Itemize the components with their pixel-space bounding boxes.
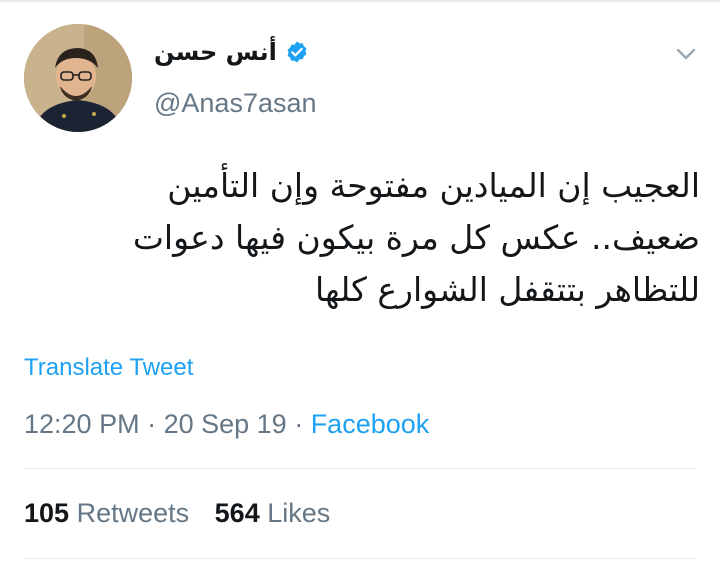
verified-badge-icon [287,41,307,63]
top-divider [0,0,720,2]
tweet-date[interactable]: 20 Sep 19 [164,409,287,439]
avatar-image [24,24,132,132]
tweet-text-line: العجيب إن الميادين مفتوحة وإن التأمين [167,166,700,205]
tweet-time[interactable]: 12:20 PM [24,409,140,439]
tweet-source-link[interactable]: Facebook [311,409,430,439]
retweets-count: 105 [24,498,70,528]
meta-separator: · [286,409,311,439]
meta-separator: · [139,409,164,439]
retweets-label: Retweets [76,498,190,528]
author-name[interactable]: أنس حسن [154,38,277,66]
avatar[interactable] [24,24,132,132]
likes-stat[interactable]: 564 Likes [215,498,331,529]
retweets-stat[interactable]: 105 Retweets [24,498,189,529]
tweet-text-line: للتظاهر بتتقفل الشوارع كلها [314,270,700,309]
likes-count: 564 [214,498,260,528]
tweet-text-line: ضعيف.. عكس كل مرة بيكون فيها دعوات [132,218,700,257]
chevron-down-icon[interactable] [674,42,698,66]
translate-tweet-link[interactable]: Translate Tweet [24,354,193,382]
divider [24,468,696,469]
tweet-text: العجيب إن الميادين مفتوحة وإن التأمين ضع… [24,160,700,316]
tweet-stats: 105 Retweets 564 Likes [24,498,330,529]
tweet-meta: 12:20 PM · 20 Sep 19 · Facebook [24,409,429,440]
likes-label: Likes [267,498,331,528]
divider [24,558,696,559]
author-row: أنس حسن [154,36,309,68]
author-handle[interactable]: @Anas7asan [154,88,317,119]
